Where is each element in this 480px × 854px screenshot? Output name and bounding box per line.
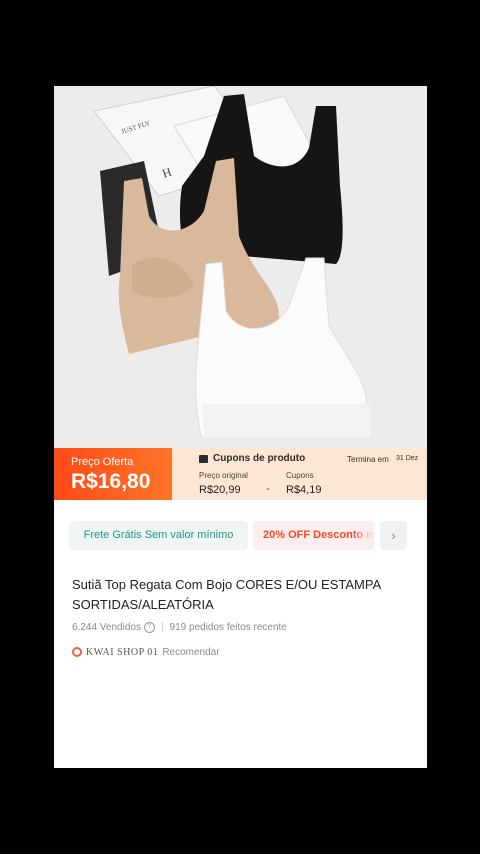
- original-price-label: Preço original: [199, 471, 248, 480]
- info-icon[interactable]: ?: [143, 622, 155, 633]
- coupon-block[interactable]: Cupons de produto Termina em 31 Dez Preç…: [172, 448, 427, 500]
- recommend-label: Recomendar: [162, 647, 220, 658]
- product-image[interactable]: JUST FLY H: [54, 86, 427, 448]
- product-title: Sutiã Top Regata Com Bojo CORES E/OU EST…: [72, 577, 381, 612]
- coupons-title: Cupons de produto: [213, 453, 306, 464]
- stats-separator: |: [160, 622, 164, 634]
- offer-price: R$16,80: [71, 470, 151, 493]
- orders-count: 919 pedidos feitos recente: [169, 622, 287, 634]
- product-photo: JUST FLY H: [54, 86, 427, 448]
- offer-label: Preço Oferta: [71, 456, 134, 468]
- chip-fade: [352, 521, 374, 550]
- chevron-right-icon[interactable]: ›: [380, 521, 407, 550]
- original-price: R$20,99: [199, 484, 241, 496]
- offer-price-block: Preço Oferta R$16,80: [54, 448, 188, 500]
- discount-chip[interactable]: 20% OFF Desconto m: [253, 521, 374, 550]
- ends-date: 31 Dez: [396, 455, 419, 462]
- price-banner: Preço Oferta R$16,80 Cupons de produto T…: [54, 448, 427, 500]
- sales-stats: 6.244 Vendidos? | 919 pedidos feitos recen…: [72, 622, 287, 633]
- coupon-value: R$4,19: [286, 484, 322, 496]
- shop-logo-icon: [72, 647, 82, 658]
- shop-row[interactable]: KWAI SHOP 01 Recomendar: [72, 647, 220, 658]
- shop-name: KWAI SHOP 01: [86, 647, 159, 658]
- product-card: JUST FLY H Preço Oferta R$16,80 Cupons d…: [54, 86, 427, 768]
- free-shipping-chip[interactable]: Frete Grátis Sem valor mínimo: [69, 521, 248, 550]
- benefit-chips: Frete Grátis Sem valor mínimo 20% OFF De…: [69, 521, 427, 550]
- ends-label: Termina em: [347, 455, 389, 464]
- ticket-icon: [199, 455, 208, 463]
- minus-sign: -: [266, 483, 270, 495]
- coupon-label: Cupons: [286, 471, 314, 480]
- sold-count: 6.244 Vendidos: [72, 622, 141, 634]
